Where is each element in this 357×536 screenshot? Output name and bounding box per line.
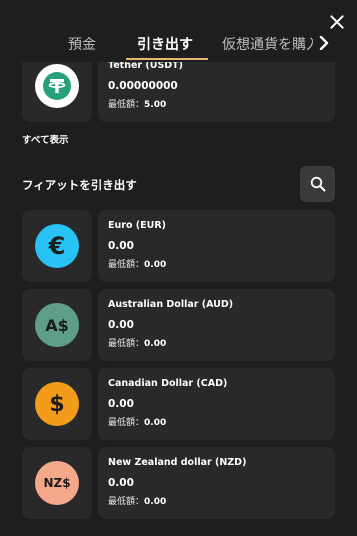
show-all-link[interactable]: すべて表示 — [22, 132, 68, 146]
fiat-row-cad[interactable]: $ Canadian Dollar (CAD) 0.00 最低額：0.00 — [22, 368, 335, 440]
withdraw-scroll-area[interactable]: Tether (USDT) 0.00000000 最低額：5.00 すべて表示 … — [0, 62, 357, 536]
coin-info-card: Canadian Dollar (CAD) 0.00 最低額：0.00 — [98, 368, 335, 440]
search-button[interactable] — [300, 166, 335, 202]
minimum-value: 0.00 — [144, 418, 167, 428]
coin-minimum: 最低額：5.00 — [108, 100, 325, 111]
coin-balance: 0.00 — [108, 240, 134, 252]
coin-minimum: 最低額：0.00 — [108, 339, 325, 350]
currency-symbol: NZ$ — [43, 476, 71, 490]
minimum-value: 0.00 — [144, 260, 167, 270]
crypto-row-usdt[interactable]: Tether (USDT) 0.00000000 最低額：5.00 — [22, 62, 335, 122]
coin-info-card: Australian Dollar (AUD) 0.00 最低額：0.00 — [98, 289, 335, 361]
coin-icon-card: A$ — [22, 289, 92, 361]
tab-withdraw[interactable]: 引き出す — [137, 34, 193, 54]
coin-minimum: 最低額：0.00 — [108, 418, 325, 429]
tab-buy-crypto[interactable]: 仮想通貨を購入 — [222, 34, 318, 54]
tab-deposit[interactable]: 預金 — [68, 34, 96, 54]
currency-symbol: € — [48, 232, 66, 260]
cad-icon: $ — [35, 382, 79, 426]
coin-icon-card: NZ$ — [22, 447, 92, 519]
fiat-row-eur[interactable]: € Euro (EUR) 0.00 最低額：0.00 — [22, 210, 335, 282]
coin-name: Tether (USDT) — [108, 62, 184, 71]
minimum-label: 最低額： — [108, 339, 145, 349]
coin-balance: 0.00 — [108, 477, 134, 489]
minimum-label: 最低額： — [108, 497, 145, 507]
coin-icon-card: € — [22, 210, 92, 282]
coin-name: New Zealand dollar (NZD) — [108, 457, 247, 468]
coin-name: Canadian Dollar (CAD) — [108, 378, 228, 389]
coin-icon-card: $ — [22, 368, 92, 440]
minimum-value: 0.00 — [144, 497, 167, 507]
tab-active-underline — [126, 58, 208, 60]
tether-icon — [35, 64, 79, 108]
coin-balance: 0.00 — [108, 319, 134, 331]
chevron-right-icon — [319, 36, 329, 50]
aud-icon: A$ — [35, 303, 79, 347]
coin-balance: 0.00 — [108, 398, 134, 410]
close-button[interactable] — [329, 14, 345, 30]
coin-info-card: New Zealand dollar (NZD) 0.00 最低額：0.00 — [98, 447, 335, 519]
coin-info-card: Euro (EUR) 0.00 最低額：0.00 — [98, 210, 335, 282]
coin-info-card: Tether (USDT) 0.00000000 最低額：5.00 — [98, 62, 335, 122]
coin-minimum: 最低額：0.00 — [108, 260, 325, 271]
nzd-icon: NZ$ — [35, 461, 79, 505]
minimum-value: 0.00 — [144, 339, 167, 349]
tab-bar: 預金 引き出す 仮想通貨を購入 — [0, 30, 357, 62]
fiat-section-title: フィアットを引き出す — [22, 178, 137, 192]
minimum-label: 最低額： — [108, 260, 145, 270]
currency-symbol: A$ — [45, 315, 69, 335]
coin-icon-card — [22, 62, 92, 122]
minimum-label: 最低額： — [108, 418, 145, 428]
search-icon — [310, 176, 325, 192]
minimum-label: 最低額： — [108, 100, 145, 110]
fiat-row-nzd[interactable]: NZ$ New Zealand dollar (NZD) 0.00 最低額：0.… — [22, 447, 335, 519]
fiat-row-aud[interactable]: A$ Australian Dollar (AUD) 0.00 最低額：0.00 — [22, 289, 335, 361]
currency-symbol: $ — [49, 391, 65, 417]
coin-balance: 0.00000000 — [108, 80, 178, 92]
coin-minimum: 最低額：0.00 — [108, 497, 325, 508]
coin-name: Australian Dollar (AUD) — [108, 299, 234, 310]
euro-icon: € — [35, 224, 79, 268]
coin-name: Euro (EUR) — [108, 220, 166, 231]
minimum-value: 5.00 — [144, 100, 167, 110]
tabs-next-button[interactable] — [313, 30, 335, 56]
